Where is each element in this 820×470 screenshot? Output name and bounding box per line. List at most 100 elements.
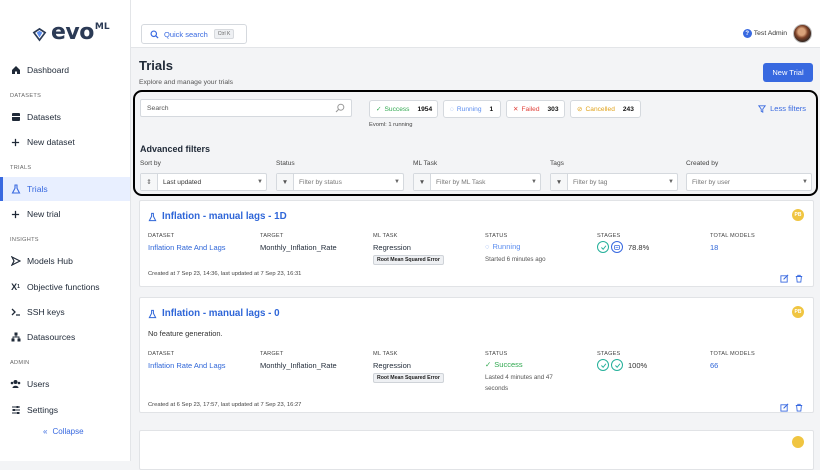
search-icon	[335, 103, 345, 113]
ml-task-value: Regression	[373, 243, 411, 252]
user-name: Test Admin	[753, 30, 787, 37]
user-menu[interactable]: ? Test Admin	[742, 24, 812, 43]
tags-filter-select[interactable]: ▼ Filter by tag ▼	[550, 173, 678, 191]
ml-task-filter-select[interactable]: ▼ Filter by ML Task ▼	[413, 173, 541, 191]
collapse-button[interactable]: « Collapse	[43, 427, 84, 436]
help-icon[interactable]: ?	[742, 29, 752, 38]
less-filters-button[interactable]: Less filters	[758, 104, 806, 113]
created-by-filter-select[interactable]: Filter by user ▼	[686, 173, 812, 191]
chip-count: 303	[547, 105, 559, 113]
sidebar-item-objective-functions[interactable]: X1 Objective functions	[0, 275, 130, 299]
quick-search-label: Quick search	[164, 29, 208, 39]
edit-icon[interactable]	[780, 403, 789, 412]
sidebar-item-label: Datasources	[27, 332, 76, 342]
nav-section-datasets: DATASETS	[10, 93, 42, 99]
sort-by-value: Last updated	[163, 178, 202, 186]
total-models-label: TOTAL MODELS	[710, 233, 755, 239]
new-trial-button[interactable]: New Trial	[763, 63, 813, 82]
sidebar-item-users[interactable]: Users	[0, 372, 130, 396]
sidebar-item-models-hub[interactable]: Models Hub	[0, 249, 130, 273]
status-text: Success	[494, 360, 523, 369]
chip-count: 243	[622, 105, 634, 113]
status-value: ✓ Success	[485, 360, 523, 369]
status-chip-failed[interactable]: ✕ Failed 303	[506, 100, 565, 118]
sidebar-item-label: Users	[27, 379, 50, 389]
created-by-filter-label: Created by	[686, 160, 719, 167]
search-placeholder: Search	[147, 104, 169, 112]
sidebar-item-datasets[interactable]: Datasets	[0, 105, 130, 129]
sidebar-item-ssh-keys[interactable]: SSH keys	[0, 300, 130, 324]
sort-icon[interactable]: ⇕	[141, 174, 158, 190]
quick-search-button[interactable]: Quick search Ctrl K	[141, 24, 247, 44]
status-chip-cancelled[interactable]: ⊘ Cancelled 243	[570, 100, 641, 118]
status-chip-success[interactable]: ✓ Success 1954	[369, 100, 438, 118]
dataset-link[interactable]: Inflation Rate And Lags	[148, 361, 226, 370]
chip-label: Cancelled	[585, 105, 615, 113]
created-info: Created at 6 Sep 23, 17:57, last updated…	[148, 402, 302, 408]
status-detail-line2: seconds	[485, 385, 509, 392]
sidebar-item-new-trial[interactable]: New trial	[0, 202, 130, 226]
nav-section-admin: ADMIN	[10, 360, 30, 366]
stage-percent: 78.8%	[628, 242, 650, 252]
trial-title-link[interactable]: Inflation - manual lags - 0	[148, 308, 280, 319]
status-detail: Started 6 minutes ago	[485, 256, 546, 263]
trial-title-link[interactable]: Inflation - manual lags - 1D	[148, 211, 287, 222]
home-icon	[10, 65, 21, 76]
sidebar-item-label: New dataset	[27, 137, 75, 147]
tags-filter-label: Tags	[550, 160, 564, 167]
sidebar-item-new-dataset[interactable]: New dataset	[0, 130, 130, 154]
caret-down-icon: ▼	[668, 179, 674, 185]
sidebar-item-datasources[interactable]: Datasources	[0, 325, 130, 349]
running-note: Evoml: 1 running	[369, 122, 413, 128]
trial-card[interactable]: Inflation - manual lags - 1D PB DATASET …	[139, 200, 814, 287]
stage-complete-icon	[611, 359, 623, 371]
status-chip-running[interactable]: ◌ Running 1	[443, 100, 501, 118]
card-actions	[780, 274, 803, 283]
created-info: Created at 7 Sep 23, 14:36, last updated…	[148, 271, 302, 277]
status-detail-line1: Lasted 4 minutes and 47	[485, 374, 553, 381]
dataset-link[interactable]: Inflation Rate And Lags	[148, 243, 226, 252]
edit-icon[interactable]	[780, 274, 789, 283]
less-filters-label: Less filters	[770, 104, 806, 113]
status-text: Running	[492, 242, 521, 251]
stages-label: STAGES	[597, 351, 621, 357]
stage-running-icon	[611, 241, 623, 253]
terminal-icon	[10, 307, 21, 318]
sidebar-item-trials[interactable]: Trials	[0, 177, 130, 201]
caret-down-icon: ▼	[257, 179, 263, 185]
status-filter-placeholder: Filter by status	[299, 178, 342, 186]
users-icon	[10, 379, 21, 390]
tags-filter-placeholder: Filter by tag	[573, 178, 608, 186]
sidebar-item-label: Datasets	[27, 112, 61, 122]
status-label: STATUS	[485, 351, 508, 357]
search-icon	[150, 29, 159, 39]
trash-icon[interactable]	[795, 274, 803, 283]
nav-section-trials: TRIALS	[10, 165, 32, 171]
trial-card[interactable]: Inflation - manual lags - 0 PB No featur…	[139, 297, 814, 413]
sort-by-label: Sort by	[140, 160, 161, 167]
ml-task-label: ML TASK	[373, 233, 398, 239]
status-filter-select[interactable]: ▼ Filter by status ▼	[276, 173, 404, 191]
trial-card[interactable]	[139, 430, 814, 470]
owner-avatar	[792, 436, 804, 448]
flask-icon	[148, 309, 157, 318]
trash-icon[interactable]	[795, 403, 803, 412]
search-input[interactable]: Search	[140, 99, 352, 117]
sidebar-item-settings[interactable]: Settings	[0, 398, 130, 422]
avatar[interactable]	[793, 24, 812, 43]
target-value: Monthly_Inflation_Rate	[260, 243, 337, 252]
sort-by-select[interactable]: ⇕ Last updated ▼	[140, 173, 267, 191]
sliders-icon	[10, 405, 21, 416]
sidebar-item-label: Trials	[27, 184, 48, 194]
flask-icon	[148, 212, 157, 221]
filter-icon: ▼	[277, 174, 294, 190]
target-label: TARGET	[260, 233, 284, 239]
total-models-value[interactable]: 18	[710, 243, 718, 252]
target-label: TARGET	[260, 351, 284, 357]
trial-description: No feature generation.	[148, 329, 223, 338]
total-models-label: TOTAL MODELS	[710, 351, 755, 357]
evoml-logo[interactable]: evo ML	[32, 22, 110, 44]
total-models-value[interactable]: 66	[710, 361, 718, 370]
sidebar-item-dashboard[interactable]: Dashboard	[0, 58, 130, 82]
owner-avatar: PB	[792, 306, 804, 318]
